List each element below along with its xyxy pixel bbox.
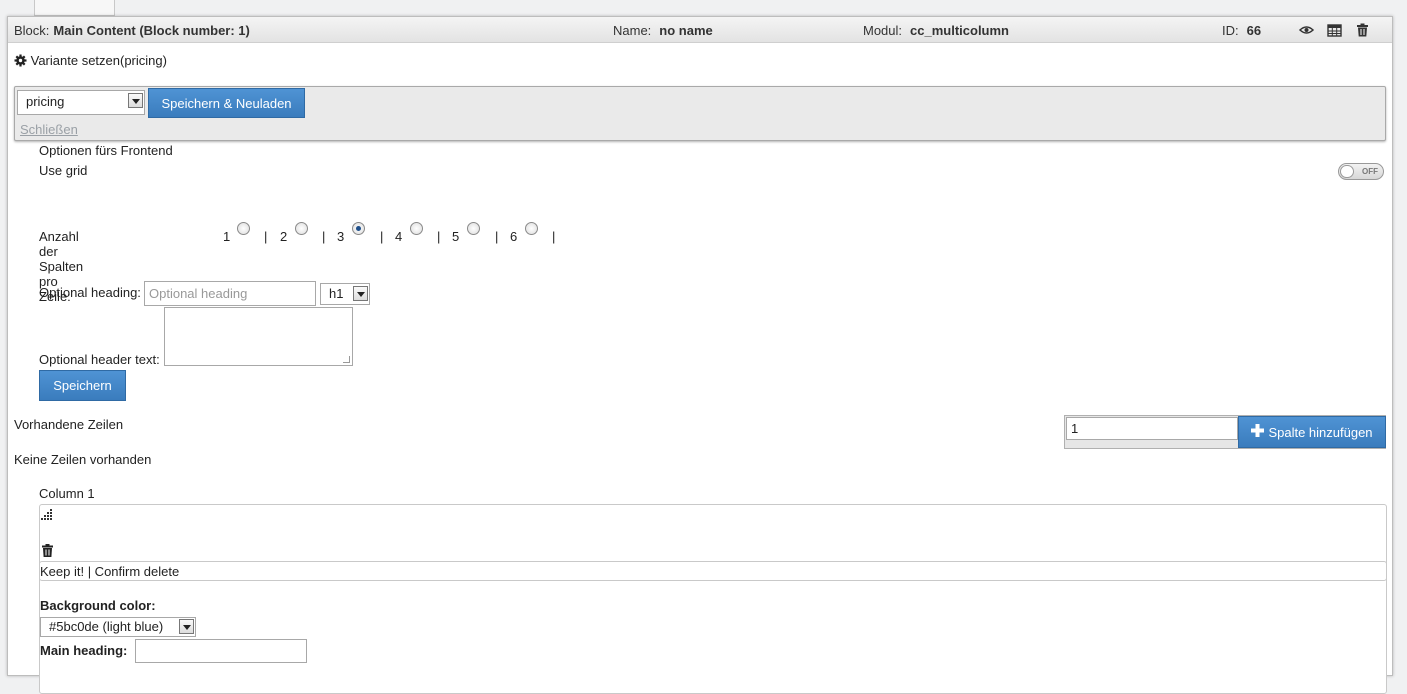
separator: | bbox=[437, 229, 441, 244]
close-link[interactable]: Schließen bbox=[20, 122, 78, 137]
radio-label-3: 3 bbox=[337, 229, 345, 244]
block-panel: Block: Main Content (Block number: 1) Nam… bbox=[7, 16, 1393, 694]
heading-level-select[interactable]: h1 bbox=[320, 283, 370, 305]
top-tab[interactable] bbox=[34, 0, 115, 16]
confirm-delete-bar[interactable]: Keep it! | Confirm delete bbox=[39, 561, 1387, 581]
bg-color-label: Background color: bbox=[40, 598, 156, 613]
id-label: ID: bbox=[1222, 23, 1239, 38]
existing-rows-label: Vorhandene Zeilen bbox=[14, 417, 124, 432]
add-column-button[interactable]: Spalte hinzufügen bbox=[1238, 416, 1386, 448]
column-box: Background color: #5bc0de (light blue) M… bbox=[39, 504, 1387, 694]
chevron-down-icon bbox=[179, 619, 194, 634]
add-column-label: Spalte hinzufügen bbox=[1268, 424, 1373, 440]
variant-select-value: pricing bbox=[26, 94, 65, 109]
radio-columns-4[interactable] bbox=[410, 222, 423, 235]
frontend-options-label: Optionen fürs Frontend bbox=[39, 143, 173, 158]
optional-header-textarea[interactable] bbox=[164, 307, 353, 366]
variant-select[interactable]: pricing bbox=[17, 90, 145, 115]
modul-label: Modul: bbox=[863, 23, 903, 38]
chevron-down-icon bbox=[128, 93, 143, 108]
save-reload-button[interactable]: Speichern & Neuladen bbox=[148, 88, 305, 118]
calendar-icon[interactable] bbox=[1327, 23, 1342, 37]
column-count-input[interactable] bbox=[1066, 417, 1238, 440]
id-info: ID: 66 bbox=[1222, 23, 1261, 38]
trash-icon[interactable] bbox=[41, 544, 54, 560]
radio-label-4: 4 bbox=[395, 229, 403, 244]
use-grid-label: Use grid bbox=[39, 163, 88, 178]
block-value: Main Content (Block number: 1) bbox=[53, 23, 250, 38]
main-heading-input[interactable] bbox=[135, 639, 307, 663]
radio-label-1: 1 bbox=[223, 229, 231, 244]
separator: | bbox=[380, 229, 384, 244]
radio-columns-1[interactable] bbox=[237, 222, 250, 235]
plus-icon bbox=[1251, 424, 1265, 440]
block-label: Block: bbox=[14, 23, 50, 38]
variant-title: Variante setzen(pricing) bbox=[30, 53, 167, 68]
optional-header-text-label: Optional header text: bbox=[39, 352, 160, 367]
heading-level-value: h1 bbox=[329, 286, 344, 301]
toggle-state: OFF bbox=[1362, 167, 1378, 176]
bg-color-select[interactable]: #5bc0de (light blue) bbox=[40, 617, 196, 637]
save-button[interactable]: Speichern bbox=[39, 370, 126, 401]
radio-label-6: 6 bbox=[510, 229, 518, 244]
toggle-knob bbox=[1340, 165, 1354, 178]
add-column-box: Spalte hinzufügen bbox=[1064, 415, 1386, 449]
name-label: Name: bbox=[613, 23, 652, 38]
id-value: 66 bbox=[1246, 23, 1262, 38]
modul-info: Modul: cc_multicolumn bbox=[863, 23, 1009, 38]
separator: | bbox=[552, 229, 556, 244]
radio-label-2: 2 bbox=[280, 229, 288, 244]
block-info: Block: Main Content (Block number: 1) bbox=[14, 23, 250, 38]
block-header: Block: Main Content (Block number: 1) Nam… bbox=[8, 17, 1392, 43]
no-rows-label: Keine Zeilen vorhanden bbox=[14, 452, 152, 467]
variant-title-row: Variante setzen(pricing) bbox=[14, 53, 167, 70]
gear-icon[interactable] bbox=[14, 54, 27, 70]
separator: | bbox=[495, 229, 499, 244]
bg-color-value: #5bc0de (light blue) bbox=[49, 619, 164, 634]
column-title: Column 1 bbox=[39, 486, 95, 501]
variant-box: pricing Speichern & Neuladen Schließen bbox=[14, 86, 1386, 141]
separator: | bbox=[322, 229, 326, 244]
radio-columns-2[interactable] bbox=[295, 222, 308, 235]
eye-icon[interactable] bbox=[1298, 23, 1315, 37]
use-grid-toggle[interactable]: OFF bbox=[1338, 163, 1384, 180]
optional-heading-label: Optional heading: bbox=[39, 285, 141, 300]
radio-columns-5[interactable] bbox=[467, 222, 480, 235]
optional-heading-input[interactable] bbox=[144, 281, 316, 306]
confirm-delete-text[interactable]: Keep it! | Confirm delete bbox=[40, 564, 179, 579]
separator: | bbox=[264, 229, 268, 244]
name-info: Name: no name bbox=[613, 23, 713, 38]
trash-icon[interactable] bbox=[1355, 23, 1370, 37]
name-value: no name bbox=[659, 23, 713, 38]
radio-label-5: 5 bbox=[452, 229, 460, 244]
resize-handle-icon[interactable] bbox=[41, 508, 53, 523]
chevron-down-icon bbox=[353, 286, 368, 301]
modul-value: cc_multicolumn bbox=[910, 23, 1009, 38]
header-actions bbox=[1298, 23, 1370, 37]
radio-columns-6[interactable] bbox=[525, 222, 538, 235]
radio-columns-3[interactable] bbox=[352, 222, 365, 235]
